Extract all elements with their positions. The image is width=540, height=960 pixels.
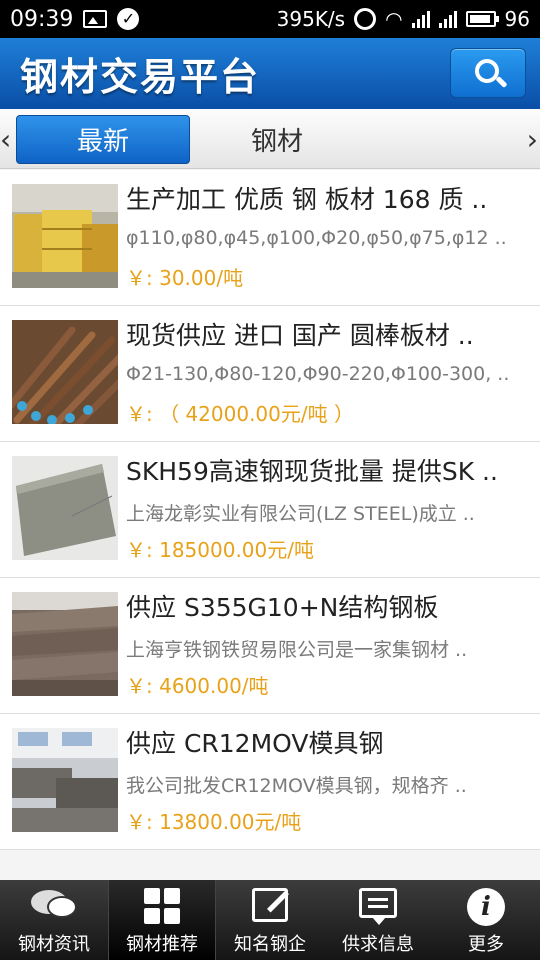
alarm-icon [354, 8, 377, 30]
product-thumbnail [12, 592, 118, 696]
product-description: Φ21-130,Φ80-120,Φ90-220,Φ100-300, .. [126, 363, 510, 385]
edit-icon [252, 888, 288, 922]
search-button[interactable] [450, 48, 526, 98]
product-title: 供应 S355G10+N结构钢板 [126, 593, 439, 622]
chat-bubbles-icon [31, 888, 77, 922]
status-bar: 09:39 ✓ 395K/s ◠ 96 [0, 0, 540, 38]
product-title: 供应 CR12MOV模具钢 [126, 729, 384, 758]
nav-steel-recommend[interactable]: 钢材推荐 [108, 880, 216, 960]
product-thumbnail [12, 456, 118, 560]
product-price: ￥: 4600.00/吨 [126, 674, 269, 698]
app-title: 钢材交易平台 [20, 55, 261, 99]
tab-steel[interactable]: 钢材 [190, 115, 364, 164]
product-item[interactable]: 生产加工 优质 钢 板材 168 质 .. φ110,φ80,φ45,φ100,… [0, 170, 540, 306]
nav-label: 更多 [468, 934, 504, 955]
product-description: 我公司批发CR12MOV模具钢，规格齐 .. [126, 775, 467, 797]
nav-more[interactable]: i 更多 [432, 880, 540, 960]
category-tab-bar: ‹ 最新 钢材 › [0, 109, 540, 169]
search-icon [475, 59, 499, 83]
nav-label: 供求信息 [342, 934, 414, 955]
product-thumbnail [12, 320, 118, 424]
product-price: ￥: （ 42000.00元/吨 ） [126, 402, 354, 426]
nav-famous-companies[interactable]: 知名钢企 [216, 880, 324, 960]
product-item[interactable]: 现货供应 进口 国产 圆棒板材 .. Φ21-130,Φ80-120,Φ90-2… [0, 306, 540, 442]
nav-supply-demand[interactable]: 供求信息 [324, 880, 432, 960]
product-price: ￥: 30.00/吨 [126, 266, 244, 290]
product-description: 上海龙彰实业有限公司(LZ STEEL)成立 .. [126, 503, 475, 525]
product-price: ￥: 185000.00元/吨 [126, 538, 314, 562]
bottom-navigation: 钢材资讯 钢材推荐 知名钢企 供求信息 i 更多 [0, 880, 540, 960]
app-header: 钢材交易平台 [0, 38, 540, 109]
product-description: 上海亨铁钢铁贸易限公司是一家集钢材 .. [126, 639, 468, 661]
product-thumbnail [12, 184, 118, 288]
message-icon [359, 888, 397, 925]
wifi-icon: ◠ [385, 7, 403, 31]
product-item[interactable]: SKH59高速钢现货批量 提供SK .. 上海龙彰实业有限公司(LZ STEEL… [0, 442, 540, 578]
scroll-left-arrow-icon[interactable]: ‹ [0, 123, 11, 156]
signal-3g-icon [411, 10, 430, 28]
product-title: 生产加工 优质 钢 板材 168 质 .. [126, 185, 488, 214]
signal-2g-icon [438, 10, 457, 28]
network-speed: 395K/s [276, 7, 346, 31]
product-list: 生产加工 优质 钢 板材 168 质 .. φ110,φ80,φ45,φ100,… [0, 170, 540, 850]
check-notification-icon: ✓ [117, 8, 140, 30]
nav-steel-news[interactable]: 钢材资讯 [0, 880, 108, 960]
tab-latest[interactable]: 最新 [16, 115, 190, 164]
product-item[interactable]: 供应 CR12MOV模具钢 我公司批发CR12MOV模具钢，规格齐 .. ￥: … [0, 714, 540, 850]
nav-label: 钢材推荐 [126, 934, 198, 955]
grid-icon [144, 888, 180, 924]
nav-label: 钢材资讯 [18, 934, 90, 955]
product-price: ￥: 13800.00元/吨 [126, 810, 302, 834]
nav-label: 知名钢企 [234, 934, 306, 955]
product-thumbnail [12, 728, 118, 832]
product-title: SKH59高速钢现货批量 提供SK .. [126, 457, 498, 486]
battery-icon [465, 11, 499, 27]
product-title: 现货供应 进口 国产 圆棒板材 .. [126, 321, 474, 350]
info-icon: i [467, 888, 505, 926]
status-time: 09:39 [10, 6, 74, 32]
image-notification-icon [83, 10, 108, 28]
product-description: φ110,φ80,φ45,φ100,Φ20,φ50,φ75,φ12 .. [126, 227, 507, 249]
battery-level: 96 [504, 7, 530, 31]
scroll-right-arrow-icon[interactable]: › [527, 123, 538, 156]
product-item[interactable]: 供应 S355G10+N结构钢板 上海亨铁钢铁贸易限公司是一家集钢材 .. ￥:… [0, 578, 540, 714]
